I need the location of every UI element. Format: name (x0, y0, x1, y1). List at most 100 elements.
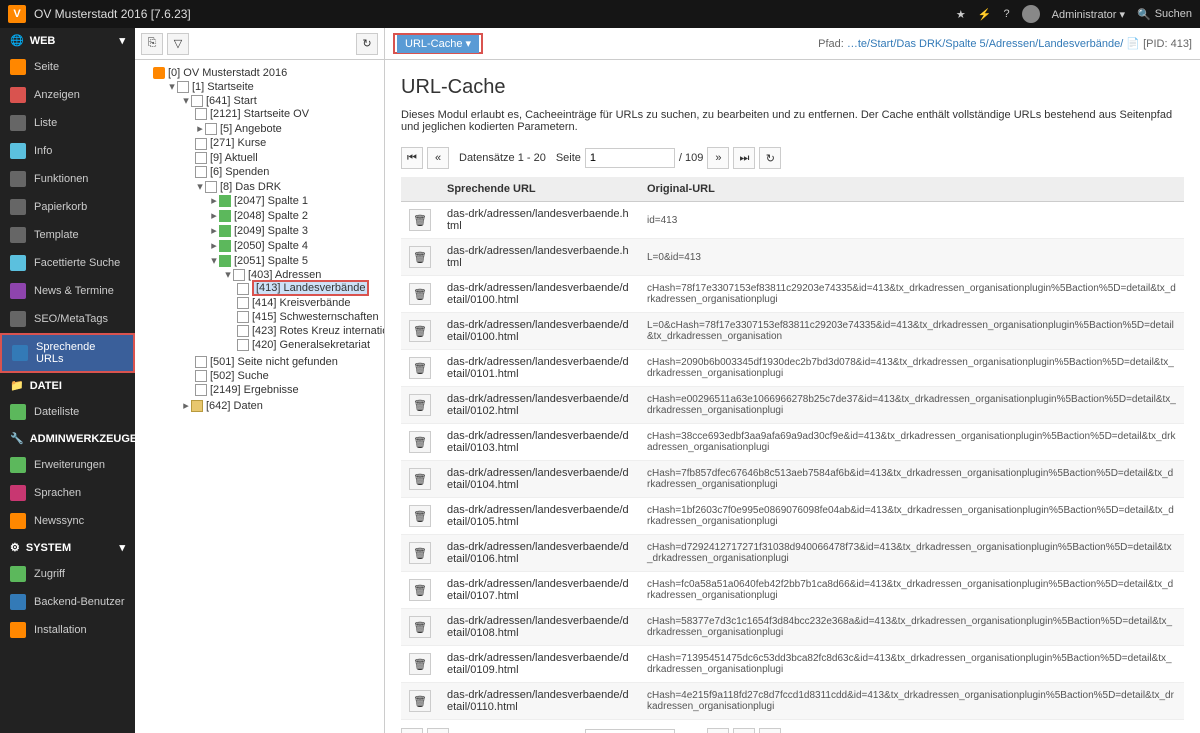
breadcrumb[interactable]: …te/Start/Das DRK/Spalte 5/Adressen/Land… (847, 38, 1123, 50)
table-row: das-drk/adressen/landesverbaende/detail/… (401, 276, 1184, 313)
tree-node[interactable]: ▸[2048] Spalte 2 (209, 208, 380, 223)
trash-icon (413, 695, 427, 708)
mod-backend-benutzer[interactable]: Backend-Benutzer (0, 588, 135, 616)
help-icon[interactable]: ? (1003, 8, 1009, 20)
tree-node[interactable]: [2121] Startseite OV (195, 107, 380, 121)
tree-node[interactable]: [415] Schwesternschaften (237, 310, 380, 324)
delete-row-button[interactable] (409, 653, 431, 675)
section-system[interactable]: ⚙ SYSTEM▾ (0, 535, 135, 560)
delete-row-button[interactable] (409, 357, 431, 379)
tree-node[interactable]: ▸[5] Angebote (195, 121, 380, 136)
delete-row-button[interactable] (409, 246, 431, 268)
delete-row-button[interactable] (409, 468, 431, 490)
speaking-url-cell: das-drk/adressen/landesverbaende/detail/… (439, 461, 639, 498)
tree-node[interactable]: ▾[641] Start [2121] Startseite OV ▸[5] A… (181, 93, 380, 398)
delete-row-button[interactable] (409, 690, 431, 712)
mod-seite[interactable]: Seite (0, 53, 135, 81)
pager-first-icon[interactable]: ⏮ (401, 147, 423, 169)
tree-node[interactable]: [420] Generalsekretariat (237, 338, 380, 352)
mod-seo-metatags[interactable]: SEO/MetaTags (0, 305, 135, 333)
delete-row-button[interactable] (409, 394, 431, 416)
tree-node[interactable]: [502] Suche (195, 369, 380, 383)
tree-node[interactable]: [271] Kurse (195, 136, 380, 150)
pager-next-icon[interactable]: » (707, 728, 729, 733)
delete-row-button[interactable] (409, 542, 431, 564)
mod-zugriff[interactable]: Zugriff (0, 560, 135, 588)
tree-node[interactable]: ▾[1] Startseite ▾[641] Start [2121] Star… (167, 79, 380, 414)
pager-page-input[interactable] (585, 729, 675, 733)
tree-filter-icon[interactable]: ▽ (167, 33, 189, 55)
tree-node-selected[interactable]: [413] Landesverbände (237, 281, 380, 295)
pid-label: [PID: 413] (1143, 38, 1192, 50)
mod-sprachen[interactable]: Sprachen (0, 479, 135, 507)
tree-node[interactable]: [2149] Ergebnisse (195, 383, 380, 397)
trash-icon (413, 547, 427, 560)
tree-node[interactable]: ▸[2050] Spalte 4 (209, 238, 380, 253)
pager-reload-icon[interactable]: ↻ (759, 728, 781, 733)
user-menu[interactable]: Administrator ▾ (1052, 8, 1125, 21)
tree-node[interactable]: [6] Spenden (195, 165, 380, 179)
mod-liste[interactable]: Liste (0, 109, 135, 137)
tree-node[interactable]: [414] Kreisverbände (237, 296, 380, 310)
mod-installation[interactable]: Installation (0, 616, 135, 644)
delete-row-button[interactable] (409, 616, 431, 638)
top-search[interactable]: 🔍 Suchen (1137, 8, 1192, 21)
tree-node[interactable]: [423] Rotes Kreuz international (237, 324, 380, 338)
trash-icon (413, 584, 427, 597)
tree-node[interactable]: ▾[2051] Spalte 5 ▾[403] Adressen [413] L… (209, 253, 380, 354)
tree-node[interactable]: ▾[8] Das DRK ▸[2047] Spalte 1 ▸[2048] Sp… (195, 179, 380, 355)
tree-root[interactable]: [0] OV Musterstadt 2016 ▾[1] Startseite … (153, 66, 380, 415)
original-url-cell: cHash=58377e7d3c1c1654f3d84bcc232e368a&i… (639, 609, 1184, 646)
tree-node[interactable]: ▸[2047] Spalte 1 (209, 193, 380, 208)
mod-erweiterungen[interactable]: Erweiterungen (0, 451, 135, 479)
tree-node[interactable]: ▸[2049] Spalte 3 (209, 223, 380, 238)
table-row: das-drk/adressen/landesverbaende/detail/… (401, 572, 1184, 609)
pager-info: Datensätze 1 - 20 (453, 152, 552, 164)
tree-node[interactable]: ▸[642] Daten (181, 398, 380, 413)
pager-reload-icon[interactable]: ↻ (759, 147, 781, 169)
pager-prev-icon[interactable]: « (427, 728, 449, 733)
tree-new-icon[interactable]: ⎘ (141, 33, 163, 55)
tree-refresh-icon[interactable]: ↻ (356, 33, 378, 55)
original-url-cell: cHash=38cce693edbf3aa9afa69a9ad30cf9e&id… (639, 424, 1184, 461)
pager-page-input[interactable] (585, 148, 675, 168)
mod-newssync[interactable]: Newssync (0, 507, 135, 535)
tree-node[interactable]: [501] Seite nicht gefunden (195, 355, 380, 369)
flash-icon[interactable]: ⚡ (978, 8, 992, 21)
mod-dateiliste[interactable]: Dateiliste (0, 398, 135, 426)
pager-next-icon[interactable]: » (707, 147, 729, 169)
section-datei[interactable]: 📁 DATEI (0, 373, 135, 398)
delete-row-button[interactable] (409, 320, 431, 342)
mod-info[interactable]: Info (0, 137, 135, 165)
page-tree: ⎘ ▽ ↻ [0] OV Musterstadt 2016 ▾[1] Start… (135, 28, 385, 733)
pager-bottom: ⏮ « Datensätze 1 - 20 Seite / 109 » ⏭ ↻ (401, 728, 1184, 733)
mod-anzeigen[interactable]: Anzeigen (0, 81, 135, 109)
bookmark-icon[interactable]: ★ (956, 8, 966, 21)
pager-first-icon[interactable]: ⏮ (401, 728, 423, 733)
tree-node[interactable]: [9] Aktuell (195, 151, 380, 165)
pager-last-icon[interactable]: ⏭ (733, 728, 755, 733)
mod-template[interactable]: Template (0, 221, 135, 249)
table-row: das-drk/adressen/landesverbaende/detail/… (401, 387, 1184, 424)
mod-news-termine[interactable]: News & Termine (0, 277, 135, 305)
original-url-cell: cHash=71395451475dc6c53dd3bca82fc8d63c&i… (639, 646, 1184, 683)
function-dropdown[interactable]: URL-Cache ▾ (397, 35, 479, 53)
delete-row-button[interactable] (409, 283, 431, 305)
delete-row-button[interactable] (409, 505, 431, 527)
delete-row-button[interactable] (409, 209, 431, 231)
original-url-cell: cHash=fc0a58a51a0640feb42f2bb7b1ca8d66&i… (639, 572, 1184, 609)
section-web[interactable]: 🌐 WEB▾ (0, 28, 135, 53)
delete-row-button[interactable] (409, 431, 431, 453)
pager-last-icon[interactable]: ⏭ (733, 147, 755, 169)
mod-sprechende-urls[interactable]: Sprechende URLs (0, 333, 135, 373)
pager-prev-icon[interactable]: « (427, 147, 449, 169)
speaking-url-cell: das-drk/adressen/landesverbaende/detail/… (439, 498, 639, 535)
section-admin[interactable]: 🔧 ADMINWERKZEUGE▾ (0, 426, 135, 451)
speaking-url-cell: das-drk/adressen/landesverbaende/detail/… (439, 387, 639, 424)
mod-funktionen[interactable]: Funktionen (0, 165, 135, 193)
delete-row-button[interactable] (409, 579, 431, 601)
mod-papierkorb[interactable]: Papierkorb (0, 193, 135, 221)
original-url-cell: cHash=7fb857dfec67646b8c513aeb7584af6b&i… (639, 461, 1184, 498)
tree-node[interactable]: ▾[403] Adressen [413] Landesverbände [41… (223, 267, 380, 353)
mod-facettierte-suche[interactable]: Facettierte Suche (0, 249, 135, 277)
